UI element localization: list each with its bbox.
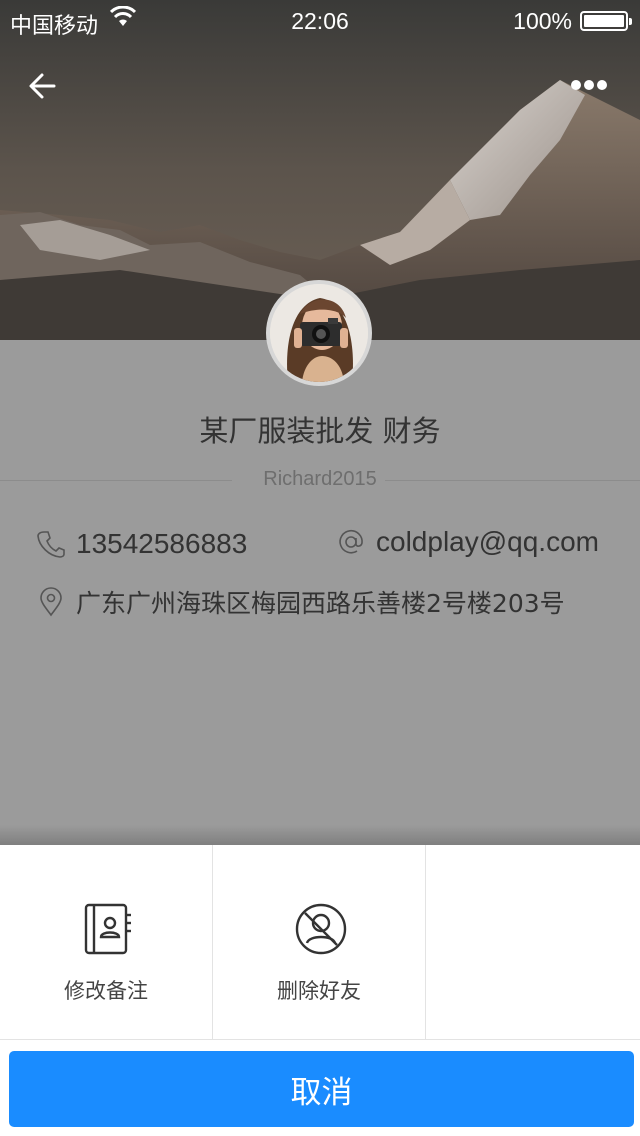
cancel-button[interactable]: 取消 [9,1051,634,1127]
edit-remark-label: 修改备注 [64,979,148,1003]
edit-remark-button[interactable]: 修改备注 [0,845,213,1040]
address-text: 广东广州海珠区梅园西路乐善楼2号楼203号 [76,589,565,618]
delete-friend-button[interactable]: 删除好友 [213,845,426,1040]
action-grid: 修改备注 删除好友 [0,845,640,1040]
phone-row[interactable]: 13542586883 [36,528,247,560]
profile-name: 某厂服装批发 财务 [199,414,441,448]
profile-username: Richard2015 [263,468,377,490]
battery-percent: 100% [513,8,572,34]
remove-friend-icon [295,903,347,955]
contact-book-icon [84,903,131,955]
sheet-shadow [0,825,640,845]
email-row[interactable]: coldplay@qq.com [336,526,599,558]
arrow-left-icon [29,73,56,99]
avatar [266,280,372,386]
back-button[interactable] [24,66,64,106]
battery-icon [580,11,632,31]
more-dots-icon [571,80,607,90]
address-row: 广东广州海珠区梅园西路乐善楼2号楼203号 [36,584,565,620]
email-address: coldplay@qq.com [376,526,599,557]
location-pin-icon [40,587,62,617]
at-icon [339,529,363,554]
more-button[interactable] [566,72,612,98]
delete-friend-label: 删除好友 [277,979,361,1003]
phone-number: 13542586883 [76,528,248,559]
phone-icon [37,531,65,558]
status-bar: 中国移动 22:06 100% [0,0,640,40]
empty-action-slot [426,845,640,1040]
